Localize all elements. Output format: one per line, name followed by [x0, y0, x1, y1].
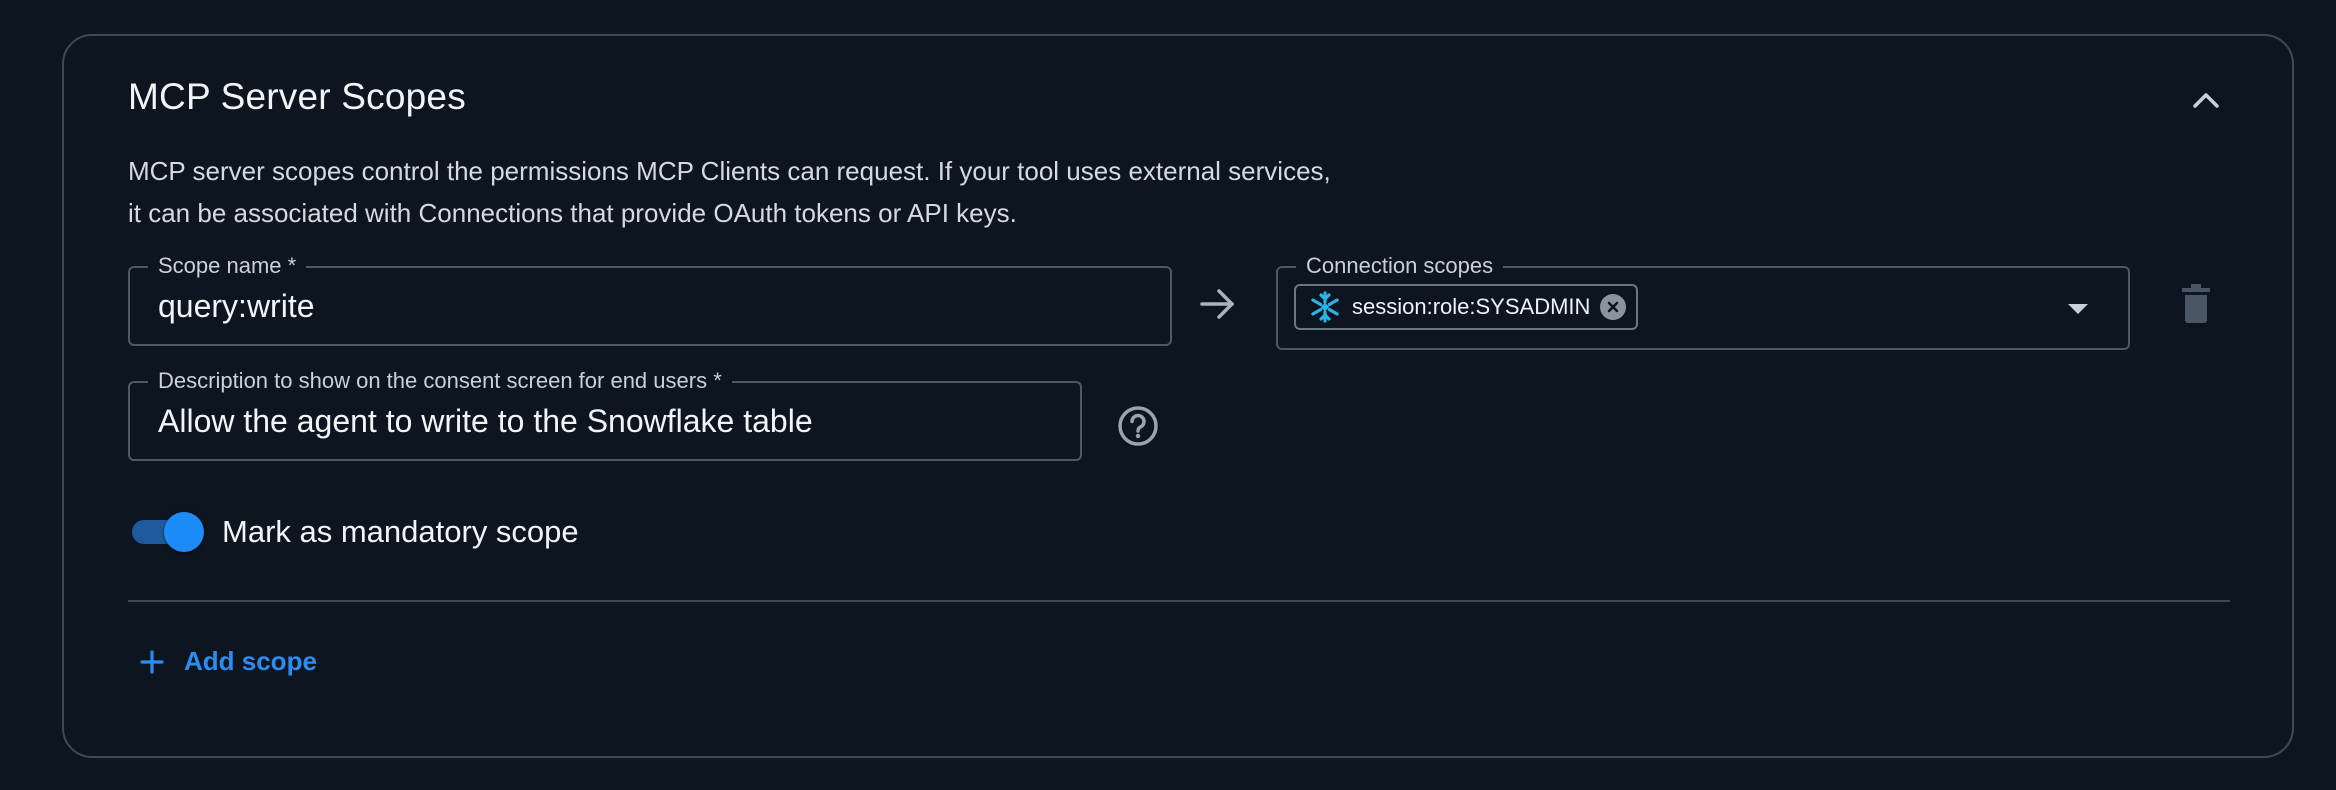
plus-icon — [140, 649, 164, 674]
divider — [128, 600, 2230, 602]
consent-description-value[interactable]: Allow the agent to write to the Snowflak… — [158, 383, 813, 459]
section-description: MCP server scopes control the permission… — [128, 150, 1528, 234]
trash-icon[interactable] — [2180, 284, 2212, 324]
collapse-button[interactable] — [2186, 80, 2226, 120]
mandatory-scope-toggle[interactable] — [128, 510, 206, 554]
connection-scopes-select[interactable]: Connection scopes session:role:SYSADMIN — [1276, 253, 2130, 350]
toggle-thumb — [164, 512, 204, 552]
scope-name-field[interactable]: Scope name * query:write — [128, 253, 1172, 346]
caret-down-icon[interactable] — [2068, 304, 2088, 314]
section-title: MCP Server Scopes — [128, 76, 466, 117]
close-circle-icon[interactable] — [1600, 294, 1627, 320]
connection-scopes-label: Connection scopes — [1296, 253, 1504, 279]
scope-name-value[interactable]: query:write — [158, 268, 315, 344]
add-scope-button[interactable]: Add scope — [140, 646, 317, 677]
connection-scope-chip-label: session:role:SYSADMIN — [1352, 294, 1591, 319]
description-line-1: MCP server scopes control the permission… — [128, 156, 1331, 186]
add-scope-label: Add scope — [184, 646, 317, 676]
chip-remove-x — [1608, 301, 1619, 313]
connection-scope-chip[interactable]: session:role:SYSADMIN — [1294, 284, 1639, 330]
consent-description-field[interactable]: Description to show on the consent scree… — [128, 368, 1082, 461]
chevron-up-icon — [2193, 93, 2219, 108]
mandatory-scope-label: Mark as mandatory scope — [222, 514, 579, 549]
help-circle-icon[interactable] — [1116, 404, 1160, 448]
snowflake-icon — [1311, 291, 1339, 323]
arrow-right-icon — [1200, 289, 1234, 319]
description-line-2: it can be associated with Connections th… — [128, 198, 1017, 228]
